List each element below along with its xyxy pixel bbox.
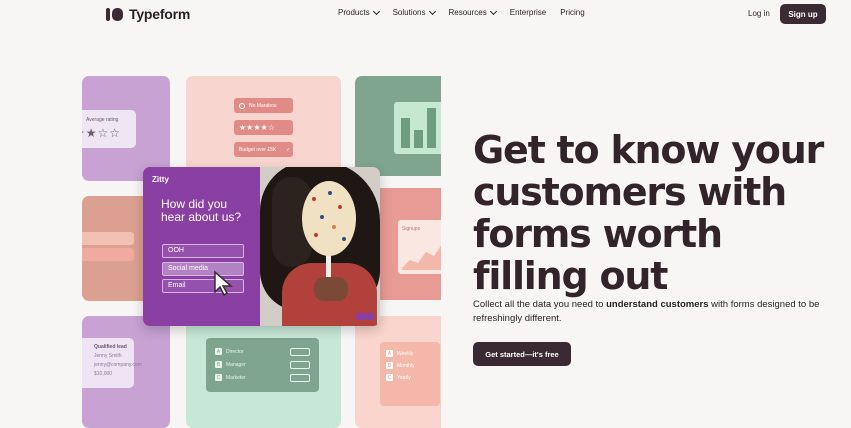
hero-title: Get to know your customers with forms wo… — [473, 128, 824, 298]
login-link[interactable]: Log in — [748, 9, 770, 18]
option-label: Director — [226, 348, 244, 355]
option-key: A — [215, 348, 222, 355]
option-key: C — [215, 374, 222, 381]
subtitle-emphasis: understand customers — [606, 299, 709, 310]
check-icon: ✓ — [286, 146, 291, 153]
menu-enterprise-label: Enterprise — [509, 8, 547, 17]
menu-resources-label: Resources — [448, 8, 487, 17]
sprinkle — [328, 191, 332, 195]
menu-enterprise[interactable]: Enterprise — [510, 8, 546, 17]
option-label: Marketer — [226, 374, 246, 381]
main-menu: Products Solutions Resources Enterprise … — [338, 7, 599, 17]
option-key: A — [386, 350, 393, 357]
option-label: Monthly — [397, 362, 415, 369]
pill-option: Budget over £5K ✓ — [234, 142, 293, 157]
subtitle-text: Collect all the data you need to — [473, 299, 607, 310]
signups-chart-card: Signups — [398, 220, 441, 274]
sprinkle — [332, 225, 336, 229]
form-panel: Zitty How did you hear about us? OOH Soc… — [143, 167, 260, 326]
lollipop-image — [302, 181, 356, 256]
frequency-options-card: A Weekly B Monthly C Yearly — [380, 342, 440, 406]
role-options-card: A Director B Manager C Marketer — [206, 338, 319, 392]
menu-products[interactable]: Products — [338, 7, 380, 17]
menu-pricing[interactable]: Pricing — [560, 8, 584, 17]
sprinkle — [314, 233, 318, 237]
option-key: B — [215, 361, 222, 368]
role-option: B Manager — [215, 361, 246, 368]
chevron-down-icon — [428, 7, 436, 15]
chevron-down-icon — [372, 7, 380, 15]
chevron-down-icon — [489, 7, 497, 15]
pill-option: No Marabou — [234, 98, 293, 113]
lead-value: $10,000 — [94, 371, 113, 377]
lead-name: Jenny Smith — [94, 353, 122, 359]
progress-stripe — [82, 248, 134, 261]
option-input — [290, 361, 310, 369]
sprinkle — [338, 205, 342, 209]
typeform-logo-icon — [106, 7, 123, 21]
option-input — [290, 348, 310, 356]
brand-badge — [356, 313, 374, 320]
hero-subtitle: Collect all the data you need to underst… — [473, 298, 833, 325]
sprinkle — [342, 237, 346, 241]
sprinkle — [320, 215, 324, 219]
pill-stars: ★★★★☆ — [239, 123, 275, 132]
zitty-brand: Zitty — [152, 175, 169, 184]
pill-label: Budget over £5K — [239, 146, 277, 153]
bar-chart-card — [394, 102, 441, 154]
option-label: Manager — [226, 361, 246, 368]
option-input — [290, 374, 310, 382]
lead-email: jenny@company.com — [94, 362, 142, 368]
signup-button[interactable]: Sign up — [780, 4, 826, 24]
pill-label: No Marabou — [249, 102, 277, 109]
chart-bar — [414, 130, 423, 148]
top-nav: Typeform Products Solutions Resources En… — [0, 0, 851, 28]
area-chart-icon — [402, 245, 441, 270]
form-option-ooh[interactable]: OOH — [162, 244, 244, 258]
get-started-button[interactable]: Get started—it's free — [473, 342, 571, 366]
menu-products-label: Products — [338, 8, 370, 17]
photo-hand — [314, 277, 348, 301]
chart-bar — [427, 108, 436, 148]
chart-bar — [401, 118, 410, 148]
option-key: B — [386, 362, 393, 369]
lead-title: Qualified lead — [94, 344, 127, 350]
progress-stripe — [82, 232, 134, 245]
rating-card: Average rating ★★☆☆ — [82, 110, 136, 148]
option-label: Yearly — [397, 374, 411, 381]
lead-card: Qualified lead Jenny Smith jenny@company… — [82, 338, 142, 388]
role-option: C Marketer — [215, 374, 246, 381]
role-option: A Director — [215, 348, 244, 355]
menu-solutions[interactable]: Solutions — [392, 7, 436, 17]
frequency-option: C Yearly — [386, 374, 411, 381]
cursor-icon — [214, 270, 233, 296]
brand-name: Typeform — [129, 6, 191, 22]
typeform-logo[interactable]: Typeform — [106, 6, 190, 22]
rating-label: Average rating — [86, 117, 119, 123]
zitty-form-card: Zitty How did you hear about us? OOH Soc… — [143, 167, 380, 326]
menu-resources[interactable]: Resources — [448, 7, 497, 17]
sprinkle — [312, 197, 316, 201]
frequency-option: B Monthly — [386, 362, 415, 369]
form-question: How did you hear about us? — [161, 197, 242, 224]
pill-rating: ★★★★☆ — [234, 120, 293, 135]
option-label: Weekly — [397, 350, 414, 357]
person-icon — [239, 102, 245, 109]
option-key: C — [386, 374, 393, 381]
rating-stars: ★★☆☆ — [82, 126, 122, 140]
menu-solutions-label: Solutions — [392, 8, 426, 17]
form-photo — [260, 167, 380, 326]
frequency-option: A Weekly — [386, 350, 413, 357]
menu-pricing-label: Pricing — [560, 8, 585, 17]
